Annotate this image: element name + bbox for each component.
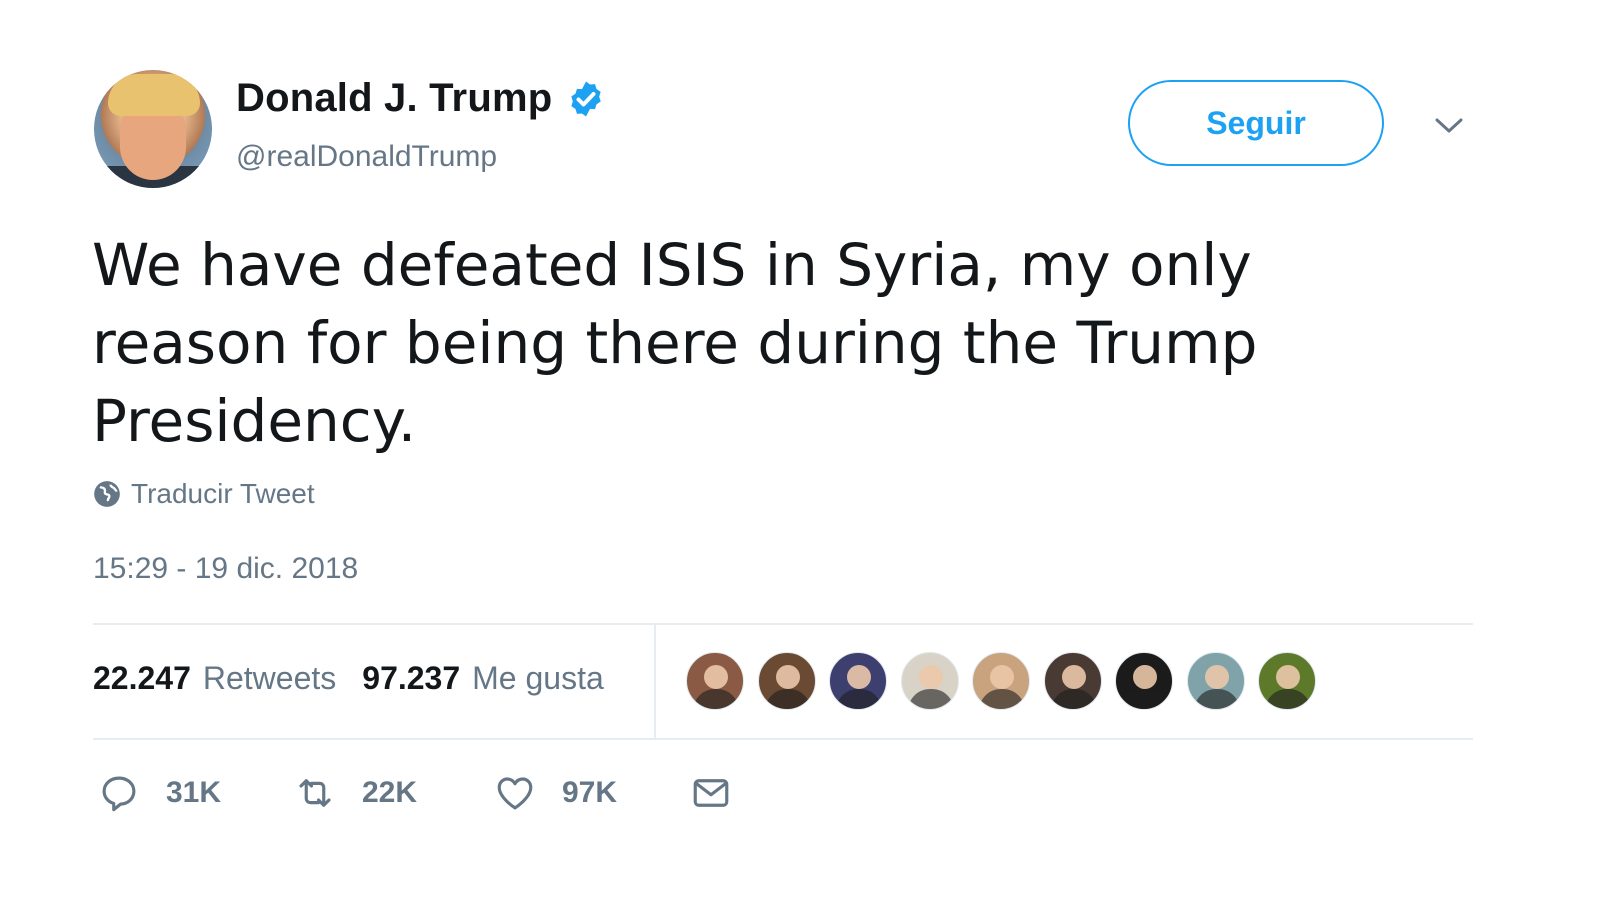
tweet-timestamp[interactable]: 15:29 - 19 dic. 2018 (93, 552, 358, 586)
globe-icon (94, 481, 120, 507)
liker-avatar[interactable] (1186, 652, 1245, 710)
liker-avatar[interactable] (1043, 652, 1102, 710)
liker-avatar-head (775, 665, 800, 689)
avatar[interactable] (94, 70, 212, 188)
likes-count[interactable]: 97.237 (362, 660, 460, 697)
liker-avatar-body (1265, 689, 1311, 709)
liker-avatar-body (764, 689, 811, 709)
liker-avatar-head (1133, 665, 1157, 689)
translate-link[interactable]: Traducir Tweet (93, 478, 315, 510)
tweet-text: We have defeated ISIS in Syria, my only … (92, 231, 1258, 455)
like-button[interactable]: 97K (494, 772, 690, 814)
liker-avatar[interactable] (1258, 652, 1316, 710)
liker-avatar-body (907, 689, 954, 709)
envelope-icon (693, 779, 729, 807)
liker-avatar-head (704, 665, 728, 689)
tweet-stats: 22.247 Retweets 97.237 Me gusta (93, 660, 604, 697)
liker-avatar[interactable] (829, 652, 887, 710)
liker-avatar-body (1050, 689, 1097, 709)
reply-button[interactable]: 31K (98, 772, 294, 814)
action-bar: 31K 22K 97K (98, 772, 732, 814)
liker-avatar-head (918, 665, 943, 689)
liker-avatar-body (836, 689, 882, 709)
divider-top (93, 623, 1473, 625)
divider-bottom (93, 738, 1473, 740)
liker-avatar-head (1061, 665, 1086, 689)
chevron-down-icon[interactable] (1432, 112, 1466, 138)
liker-avatar[interactable] (686, 652, 744, 710)
stats-divider (654, 625, 656, 738)
liker-avatar[interactable] (972, 652, 1030, 710)
liker-avatar-head (990, 665, 1014, 689)
retweet-button[interactable]: 22K (294, 772, 494, 814)
liker-avatar-body (693, 689, 739, 709)
avatar-hair (108, 74, 200, 116)
liker-avatar-body (1193, 689, 1240, 709)
liker-avatar-body (1122, 689, 1168, 709)
retweet-icon (299, 779, 331, 807)
reply-count: 31K (166, 776, 222, 809)
liker-avatar[interactable] (1115, 652, 1173, 710)
verified-badge-icon (571, 81, 602, 116)
liker-avatar-head (1204, 665, 1229, 689)
liker-avatar[interactable] (757, 652, 816, 710)
follow-button[interactable]: Seguir (1128, 80, 1384, 166)
likes-label[interactable]: Me gusta (472, 660, 604, 697)
name-row: Donald J. Trump (236, 76, 606, 121)
retweet-count: 22K (362, 776, 418, 809)
reply-icon (102, 776, 136, 812)
heart-icon (497, 777, 533, 810)
liker-avatar-head (1276, 665, 1300, 689)
display-name[interactable]: Donald J. Trump (236, 76, 552, 121)
liker-avatar-body (979, 689, 1025, 709)
user-handle[interactable]: @realDonaldTrump (236, 140, 497, 174)
liker-avatar[interactable] (900, 652, 959, 710)
like-count: 97K (562, 776, 618, 809)
retweets-label[interactable]: Retweets (203, 660, 336, 697)
tweet-card: Donald J. Trump @realDonaldTrump Seguir … (0, 0, 1600, 899)
retweets-count[interactable]: 22.247 (93, 660, 191, 697)
liker-avatars (686, 652, 1330, 710)
translate-label: Traducir Tweet (131, 478, 315, 509)
direct-message-button[interactable] (690, 772, 732, 814)
liker-avatar-head (847, 665, 871, 689)
